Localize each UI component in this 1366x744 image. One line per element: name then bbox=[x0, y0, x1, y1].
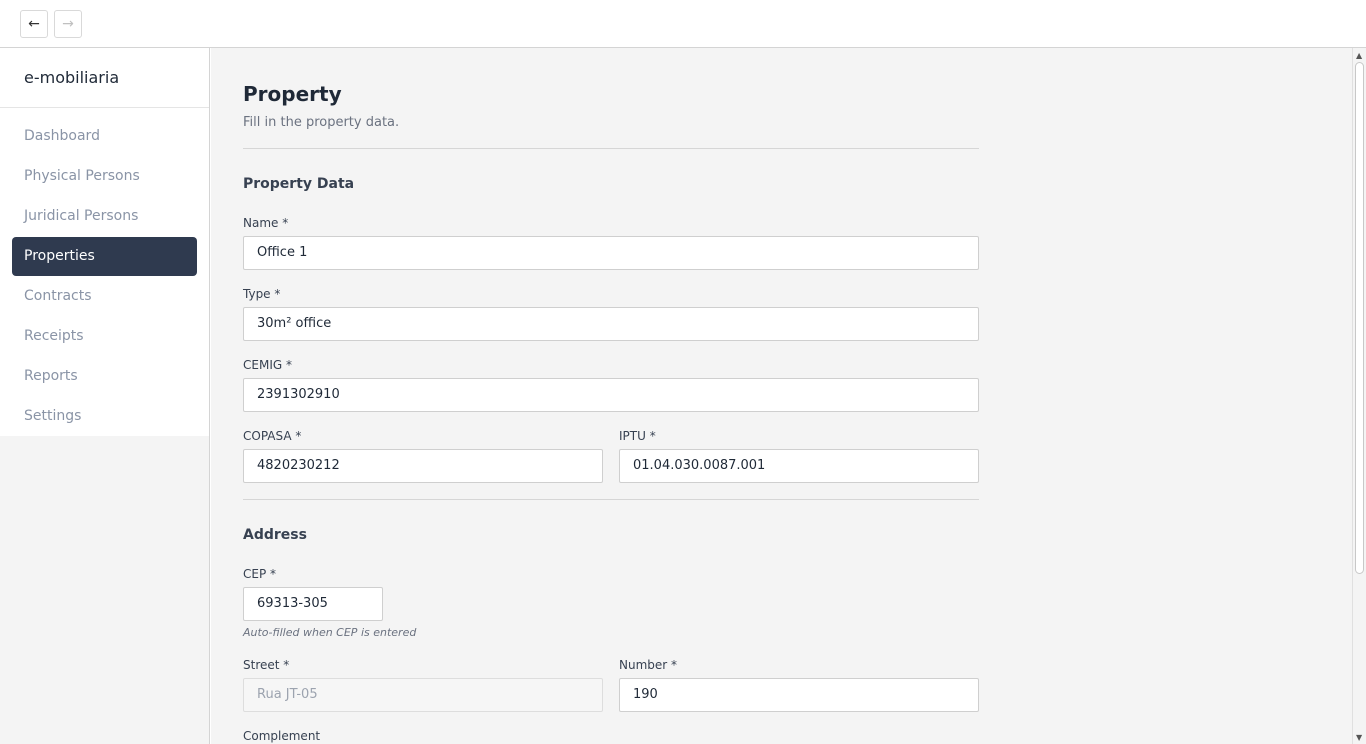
copasa-input[interactable]: 4820230212 bbox=[243, 449, 603, 483]
sidebar-panel: e-mobiliaria Dashboard Physical Persons … bbox=[0, 48, 209, 436]
property-data-heading: Property Data bbox=[243, 176, 355, 192]
complement-label: Complement bbox=[243, 729, 321, 743]
brand-divider bbox=[0, 107, 209, 108]
app-brand: e-mobiliaria bbox=[24, 68, 120, 87]
type-input[interactable]: 30m² office bbox=[243, 307, 979, 341]
scroll-thumb[interactable] bbox=[1355, 62, 1364, 574]
sidebar-item-settings[interactable]: Settings bbox=[12, 397, 197, 436]
street-input[interactable]: Rua JT-05 bbox=[243, 678, 603, 712]
cemig-input[interactable]: 2391302910 bbox=[243, 378, 979, 412]
type-label: Type * bbox=[243, 287, 281, 301]
forward-button[interactable]: → bbox=[54, 10, 82, 38]
section-divider bbox=[243, 499, 979, 500]
cemig-label: CEMIG * bbox=[243, 358, 292, 372]
sidebar-item-properties[interactable]: Properties bbox=[12, 237, 197, 276]
page-title: Property bbox=[243, 82, 342, 106]
vertical-scrollbar[interactable]: ▲ ▼ bbox=[1352, 48, 1366, 744]
back-button[interactable]: ← bbox=[20, 10, 48, 38]
sidebar-item-contracts[interactable]: Contracts bbox=[12, 277, 197, 316]
street-label: Street * bbox=[243, 658, 290, 672]
top-bar: ← → bbox=[0, 0, 1366, 48]
sidebar-item-receipts[interactable]: Receipts bbox=[12, 317, 197, 356]
iptu-input[interactable]: 01.04.030.0087.001 bbox=[619, 449, 979, 483]
number-input[interactable]: 190 bbox=[619, 678, 979, 712]
arrow-right-icon: → bbox=[62, 16, 74, 32]
number-label: Number * bbox=[619, 658, 678, 672]
main-content: Property Fill in the property data. Prop… bbox=[211, 48, 1352, 744]
section-divider bbox=[243, 148, 979, 149]
sidebar-item-dashboard[interactable]: Dashboard bbox=[12, 117, 197, 156]
name-input[interactable]: Office 1 bbox=[243, 236, 979, 270]
sidebar-item-juridical-persons[interactable]: Juridical Persons bbox=[12, 197, 197, 236]
page-subtitle: Fill in the property data. bbox=[243, 115, 400, 130]
sidebar: e-mobiliaria Dashboard Physical Persons … bbox=[0, 48, 210, 744]
scroll-up-icon[interactable]: ▲ bbox=[1356, 51, 1362, 60]
arrow-left-icon: ← bbox=[28, 16, 40, 32]
sidebar-item-reports[interactable]: Reports bbox=[12, 357, 197, 396]
address-heading: Address bbox=[243, 527, 307, 543]
name-label: Name * bbox=[243, 216, 289, 230]
copasa-label: COPASA * bbox=[243, 429, 302, 443]
iptu-label: IPTU * bbox=[619, 429, 656, 443]
cep-label: CEP * bbox=[243, 567, 277, 581]
sidebar-item-physical-persons[interactable]: Physical Persons bbox=[12, 157, 197, 196]
cep-input[interactable]: 69313-305 bbox=[243, 587, 383, 621]
cep-hint: Auto-filled when CEP is entered bbox=[243, 626, 417, 639]
scroll-down-icon[interactable]: ▼ bbox=[1356, 733, 1362, 742]
